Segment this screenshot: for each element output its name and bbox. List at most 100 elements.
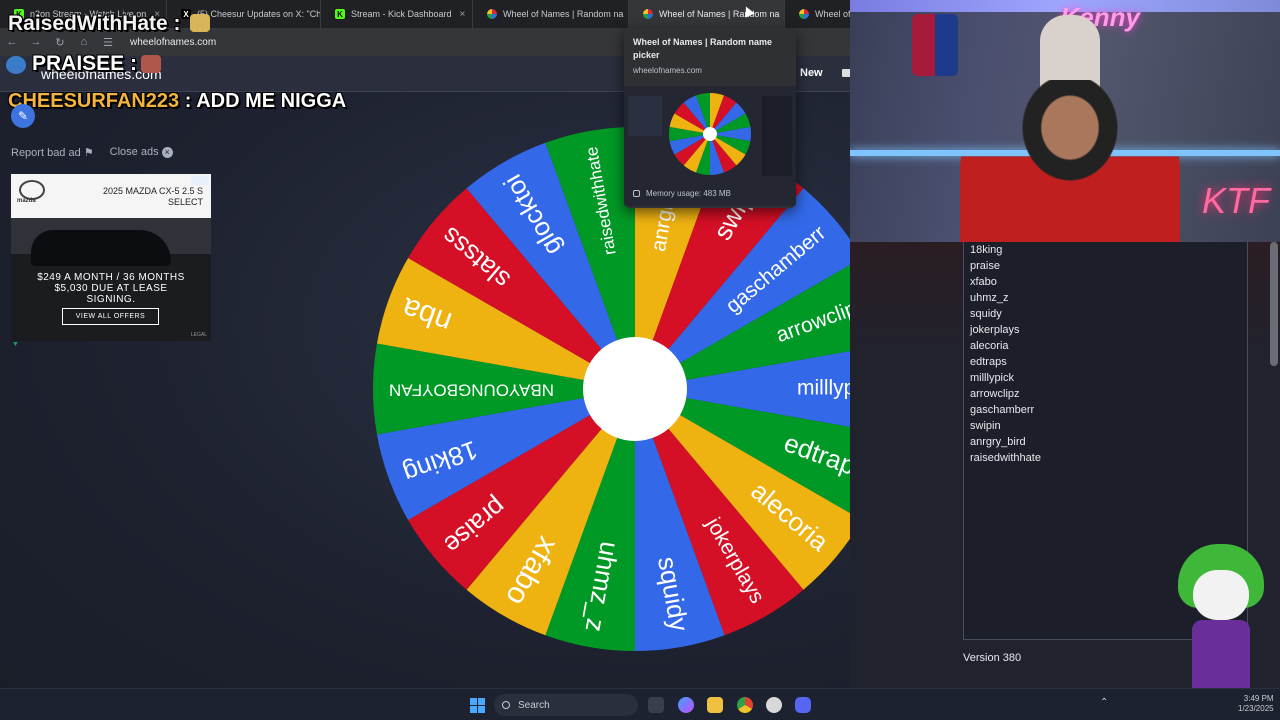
file-explorer-icon[interactable]	[707, 697, 723, 713]
entries-items: 18king praise xfabo uhmz_z squidy jokerplays a…	[964, 242, 1247, 466]
report-bad-ad-link[interactable]: Report bad ad ⚑	[11, 146, 94, 159]
tab-kick-dashboard[interactable]: K Stream - Kick Dashboard ×	[321, 0, 473, 28]
entry-item[interactable]: jokerplays	[970, 322, 1247, 338]
entry-item[interactable]: gaschamberr	[970, 402, 1247, 418]
memory-usage: Memory usage: 483 MB	[633, 189, 731, 198]
report-bad-ad-label: Report bad ad	[11, 147, 81, 159]
entry-item[interactable]: anrgry_bird	[970, 434, 1247, 450]
taskbar-search[interactable]: Search	[494, 694, 638, 716]
github-icon[interactable]	[766, 697, 782, 713]
barcelona-flag	[912, 14, 958, 76]
windows-taskbar: Search ⌃ 3:49 PM 1/23/2025	[0, 688, 1280, 720]
entry-item[interactable]: squidy	[970, 306, 1247, 322]
ad-controls: Report bad ad ⚑ Close ads ×	[11, 146, 173, 159]
kick-favicon-icon: K	[335, 9, 345, 19]
tab-label: Wheel of Names | Random na	[659, 9, 780, 19]
close-circle-icon: ×	[161, 147, 173, 158]
entry-item[interactable]: arrowclipz	[970, 386, 1247, 402]
entry-item[interactable]: alecoria	[970, 338, 1247, 354]
entry-item[interactable]: swipin	[970, 418, 1247, 434]
clock-date: 1/23/2025	[1238, 704, 1274, 713]
close-ads-link[interactable]: Close ads ×	[110, 146, 173, 159]
wheel-segment-label: NBAYOUNGBOYFAN	[389, 381, 554, 400]
tab-label: Wheel of N	[815, 9, 850, 19]
wheel-center-button[interactable]	[583, 337, 687, 441]
system-tray[interactable]: ⌃	[1100, 697, 1108, 708]
adchoices-icon[interactable]	[191, 176, 209, 185]
entry-item[interactable]: 18king	[970, 242, 1247, 258]
ad-brand: mazda	[17, 198, 36, 204]
ad-offer: $249 A MONTH / 36 MONTHS $5,030 DUE AT L…	[11, 272, 211, 305]
kick-badge-icon	[6, 56, 26, 74]
entry-item[interactable]: xfabo	[970, 274, 1247, 290]
screen: K n3on Stream - Watch Live on × X (5) Ch…	[0, 0, 1280, 720]
flag-icon: ⚑	[83, 147, 94, 159]
tab-hover-preview: Wheel of Names | Random name picker whee…	[624, 28, 796, 208]
taskbar-search-label: Search	[518, 699, 550, 711]
memory-usage-text: Memory usage: 483 MB	[646, 189, 731, 198]
tab-close-icon[interactable]: ×	[452, 9, 466, 20]
mazda-ad[interactable]: mazda 2025 MAZDA CX-5 2.5 S SELECT $249 …	[11, 174, 211, 341]
site-info-icon[interactable]: ☰	[96, 36, 120, 49]
tab-wheel-of-names-3[interactable]: Wheel of N	[785, 0, 850, 28]
overlay-praisee: PRAISEE :	[32, 52, 138, 75]
close-ads-label: Close ads	[109, 146, 159, 158]
tab-label: Stream - Kick Dashboard	[351, 9, 452, 19]
wheel-favicon-icon	[487, 9, 497, 19]
url-field[interactable]: wheelofnames.com	[130, 37, 216, 48]
ad-legal: LEGAL	[190, 332, 207, 338]
version-label: Version 380	[963, 652, 1022, 664]
ad-model-line1: 2025 MAZDA CX-5 2.5 S	[102, 186, 203, 196]
webcam-feed: Kenny KTF	[850, 0, 1280, 242]
back-arrow-icon[interactable]: ←	[0, 36, 24, 48]
task-view-icon[interactable]	[648, 697, 664, 713]
wheel-favicon-icon	[643, 9, 653, 19]
preview-title: Wheel of Names | Random name picker	[633, 37, 773, 60]
overlay-raisedwithhate: RaisedWithHate :	[8, 12, 181, 35]
streamer	[960, 80, 1180, 242]
ad-model: 2025 MAZDA CX-5 2.5 S SELECT	[103, 186, 203, 208]
page-scrollbar[interactable]	[1270, 242, 1278, 366]
entry-item[interactable]: milllypick	[970, 370, 1247, 386]
new-button[interactable]: New	[800, 67, 823, 79]
wheel-favicon-icon	[799, 9, 809, 19]
preview-wheel-thumbnail	[628, 93, 792, 176]
ad-model-line2: SELECT	[167, 197, 203, 207]
wall-graffiti: KTF	[1202, 180, 1270, 221]
emote-sunglasses-icon	[190, 14, 210, 32]
tray-chevron-icon[interactable]: ⌃	[1100, 697, 1108, 708]
search-icon	[502, 701, 510, 709]
view-all-offers-button[interactable]: VIEW ALL OFFERS	[62, 308, 159, 325]
discord-icon[interactable]	[795, 697, 811, 713]
joker-face	[1193, 570, 1249, 620]
copilot-icon[interactable]	[678, 697, 694, 713]
chat-text: : ADD ME NIGGA	[184, 90, 347, 112]
preview-thumbnail	[624, 86, 796, 206]
taskbar-clock[interactable]: 3:49 PM 1/23/2025	[1238, 694, 1274, 714]
chrome-icon[interactable]	[737, 697, 753, 713]
forward-arrow-icon[interactable]: →	[24, 36, 48, 48]
entry-item[interactable]: praise	[970, 258, 1247, 274]
entry-item[interactable]: edtraps	[970, 354, 1247, 370]
tab-label: (5) Cheesur Updates on X: "Ch	[197, 9, 321, 19]
pencil-icon[interactable]: ✎	[11, 104, 35, 128]
preview-url: wheelofnames.com	[633, 66, 702, 75]
reload-icon[interactable]: ↻	[48, 36, 72, 49]
entry-item[interactable]: uhmz_z	[970, 290, 1247, 306]
ad-offer-line1: $249 A MONTH / 36 MONTHS	[37, 272, 185, 283]
ad-offer-line3: SIGNING.	[86, 294, 136, 305]
emote-face-icon	[141, 55, 161, 73]
tab-wheel-of-names[interactable]: Wheel of Names | Random na ×	[473, 0, 629, 28]
windows-start-icon[interactable]	[470, 698, 485, 713]
entry-item[interactable]: raisedwithhate	[970, 450, 1247, 466]
clock-time: 3:49 PM	[1243, 694, 1274, 703]
overlay-chat-message: CHEESURFAN223 : ADD ME NIGGA	[8, 90, 346, 113]
leaf-icon: ▼	[12, 341, 19, 348]
memory-chip-icon	[633, 190, 640, 197]
chat-username: CHEESURFAN223	[8, 90, 180, 112]
tab-wheel-of-names-active[interactable]: Wheel of Names | Random na ×	[629, 0, 785, 28]
mazda-logo-icon	[19, 180, 45, 200]
tab-label: Wheel of Names | Random na	[503, 9, 624, 19]
home-icon[interactable]: ⌂	[72, 36, 96, 48]
ad-offer-line2: $5,030 DUE AT LEASE	[54, 283, 168, 294]
